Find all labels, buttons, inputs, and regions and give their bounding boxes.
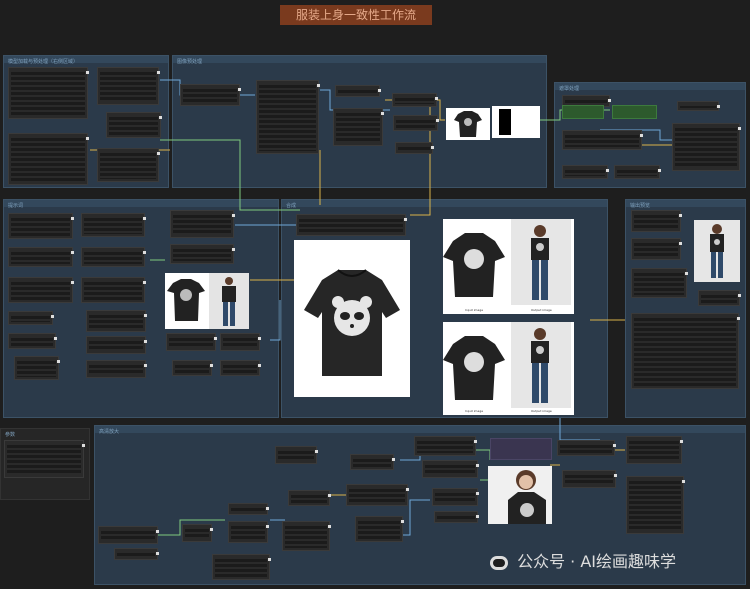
node-segment-c[interactable] bbox=[677, 101, 720, 111]
node-prompt-d[interactable] bbox=[8, 311, 54, 325]
node-condition-f[interactable] bbox=[220, 360, 261, 376]
node-upscale-a[interactable] bbox=[98, 526, 159, 544]
node-segment-g[interactable] bbox=[614, 165, 661, 179]
watermark: 公众号 · AI绘画趣味学 bbox=[490, 548, 676, 572]
node-prompt-c[interactable] bbox=[8, 277, 74, 303]
node-segment-active-2[interactable] bbox=[612, 105, 657, 119]
preview-mask bbox=[492, 106, 540, 138]
node-upscale-e[interactable] bbox=[228, 521, 269, 543]
node-vae-loader[interactable] bbox=[8, 133, 89, 185]
node-upscale-r[interactable] bbox=[562, 470, 617, 488]
node-upscale-c[interactable] bbox=[182, 524, 213, 542]
shirt-model-pair-image bbox=[443, 219, 571, 305]
node-upscale-j[interactable] bbox=[350, 454, 395, 470]
node-encode-b[interactable] bbox=[81, 247, 146, 267]
mask-shape bbox=[499, 109, 511, 135]
preview-shirt-small bbox=[446, 108, 490, 140]
node-preview-e[interactable] bbox=[631, 313, 740, 389]
node-segment-active[interactable] bbox=[562, 105, 604, 119]
shirt-model-pair-image bbox=[443, 322, 571, 408]
node-prompt-e[interactable] bbox=[8, 333, 57, 349]
node-load-image[interactable] bbox=[180, 84, 241, 106]
caption-output: Output image bbox=[531, 409, 552, 413]
node-unet-loader[interactable] bbox=[97, 148, 160, 182]
node-condition-b[interactable] bbox=[170, 244, 235, 264]
node-compose-settings[interactable] bbox=[296, 214, 407, 236]
node-upscale-b[interactable] bbox=[114, 548, 159, 560]
node-encode-d[interactable] bbox=[86, 310, 147, 332]
node-pad[interactable] bbox=[392, 93, 438, 107]
node-upscale-l[interactable] bbox=[355, 516, 404, 542]
node-image-resize[interactable] bbox=[256, 80, 320, 154]
node-segment-d[interactable] bbox=[562, 130, 643, 150]
shirt-model-image bbox=[167, 273, 249, 329]
preview-pair-2: Input image Output image bbox=[443, 322, 574, 415]
node-lora-loader[interactable] bbox=[106, 112, 162, 138]
node-upscale-n[interactable] bbox=[422, 460, 479, 478]
node-upscale-i[interactable] bbox=[282, 521, 331, 551]
node-prompt-f[interactable] bbox=[14, 356, 60, 380]
node-upscale-k[interactable] bbox=[346, 484, 409, 506]
node-encode-a[interactable] bbox=[81, 213, 146, 237]
node-prompt-a[interactable] bbox=[8, 213, 74, 239]
node-encode-c[interactable] bbox=[81, 277, 146, 303]
node-upscale-selected[interactable] bbox=[490, 438, 552, 460]
upscaled-model-image bbox=[508, 470, 546, 524]
node-upscale-o[interactable] bbox=[432, 488, 479, 506]
node-condition-c[interactable] bbox=[166, 333, 217, 351]
preview-tshirt-large bbox=[294, 240, 410, 397]
node-encode-f[interactable] bbox=[86, 360, 147, 378]
node-preview-a[interactable] bbox=[631, 210, 682, 232]
node-upscale-s[interactable] bbox=[626, 436, 683, 464]
node-upscale-h[interactable] bbox=[288, 490, 331, 506]
node-segment-e[interactable] bbox=[672, 123, 741, 171]
node-prompt-b[interactable] bbox=[8, 247, 74, 267]
preview-pair-1: Input image Output image bbox=[443, 219, 574, 314]
node-clip-loader[interactable] bbox=[97, 67, 160, 105]
caption-input: Input image bbox=[465, 308, 484, 312]
node-segment-f[interactable] bbox=[562, 165, 609, 179]
wechat-icon bbox=[490, 555, 508, 570]
preview-shirt-model-small bbox=[165, 273, 249, 329]
node-get-size[interactable] bbox=[335, 85, 381, 97]
node-preview-d[interactable] bbox=[698, 290, 741, 306]
node-invert[interactable] bbox=[395, 142, 434, 154]
caption-input: Input image bbox=[465, 409, 484, 413]
preview-model-right bbox=[694, 220, 740, 282]
node-condition-e[interactable] bbox=[172, 360, 213, 376]
watermark-text: 公众号 · AI绘画趣味学 bbox=[517, 552, 677, 571]
node-upscale-g[interactable] bbox=[275, 446, 318, 464]
node-side-params[interactable] bbox=[4, 440, 85, 478]
node-condition-d[interactable] bbox=[220, 333, 261, 351]
node-upscale-d[interactable] bbox=[228, 503, 269, 515]
node-crop[interactable] bbox=[333, 108, 384, 146]
model-image bbox=[694, 220, 740, 282]
preview-upscaled bbox=[488, 466, 552, 524]
node-model-loader[interactable] bbox=[8, 67, 89, 119]
node-upscale-f[interactable] bbox=[212, 554, 271, 580]
node-upscale-q[interactable] bbox=[557, 440, 616, 456]
tshirt-large-image bbox=[304, 269, 400, 376]
node-upscale-m[interactable] bbox=[414, 436, 477, 456]
node-preview-b[interactable] bbox=[631, 238, 682, 260]
node-preview-c[interactable] bbox=[631, 268, 688, 298]
node-condition-a[interactable] bbox=[170, 210, 235, 238]
tshirt-image bbox=[454, 111, 482, 137]
caption-output: Output image bbox=[531, 308, 552, 312]
node-upscale-t[interactable] bbox=[626, 476, 685, 534]
node-mask[interactable] bbox=[393, 115, 439, 131]
node-encode-e[interactable] bbox=[86, 336, 147, 354]
node-upscale-p[interactable] bbox=[434, 511, 479, 523]
